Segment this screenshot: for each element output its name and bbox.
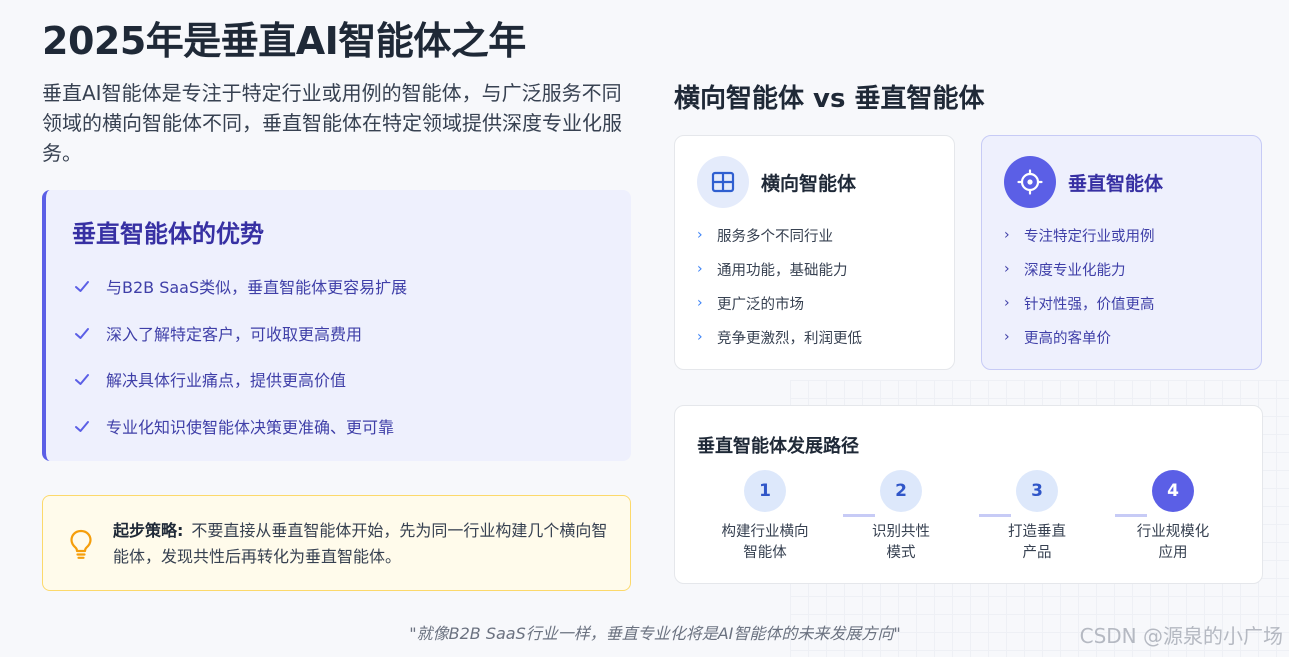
path-title: 垂直智能体发展路径 [697, 436, 859, 457]
card-title: 垂直智能体 [1068, 172, 1164, 195]
lightbulb-icon [70, 529, 92, 559]
watermark: CSDN @源泉的小广场 [1079, 624, 1283, 648]
card-item: › 更高的客单价 [1004, 320, 1261, 354]
step-label-line: 智能体 [743, 545, 787, 561]
check-icon [75, 281, 89, 293]
chevron-right-icon: › [697, 295, 703, 311]
path-step: 2 识别共性模式 [846, 470, 956, 564]
advantage-item: 解决具体行业痛点，提供更高价值 [72, 356, 631, 403]
advantage-text: 解决具体行业痛点，提供更高价值 [106, 371, 347, 391]
card-item-text: 针对性强，价值更高 [1024, 296, 1155, 313]
chevron-right-icon: › [697, 261, 703, 277]
card-item-text: 专注特定行业或用例 [1024, 228, 1155, 245]
step-number: 2 [880, 470, 922, 512]
check-icon [75, 327, 89, 339]
tip-label: 起步策略: [113, 521, 184, 540]
card-item-text: 服务多个不同行业 [717, 228, 833, 245]
tip-body: 不要直接从垂直智能体开始，先为同一行业构建几个横向智能体，发现共性后再转化为垂直… [113, 521, 608, 566]
chevron-right-icon: › [1004, 295, 1010, 311]
step-label-line: 行业规模化 [1136, 524, 1210, 540]
path-step: 1 构建行业横向 智能体 [710, 470, 820, 564]
card-header: 横向智能体 [697, 156, 954, 208]
tip-text: 起步策略: 不要直接从垂直智能体开始，先为同一行业构建几个横向智能体，发现共性后再… [113, 518, 610, 570]
card-item-text: 更广泛的市场 [717, 296, 804, 313]
intro-text: 垂直AI智能体是专注于特定行业或用例的智能体，与广泛服务不同领域的横向智能体不同… [42, 81, 622, 165]
step-label-line: 识别共性 [872, 524, 930, 540]
chevron-right-icon: › [697, 329, 703, 345]
strategy-tip: 起步策略: 不要直接从垂直智能体开始，先为同一行业构建几个横向智能体，发现共性后再… [42, 495, 631, 591]
card-item-text: 深度专业化能力 [1024, 262, 1126, 279]
grid-icon [697, 156, 749, 208]
step-label-line: 构建行业横向 [721, 524, 809, 540]
page-title: 2025年是垂直AI智能体之年 [42, 19, 526, 63]
card-title: 横向智能体 [761, 172, 857, 195]
path-step: 3 打造垂直产品 [982, 470, 1092, 564]
chevron-right-icon: › [1004, 329, 1010, 345]
chevron-right-icon: › [697, 227, 703, 243]
vertical-agent-card: 垂直智能体 › 专注特定行业或用例 › 深度专业化能力 › 针对性强，价值更高 › 更高… [981, 135, 1262, 370]
compare-title: 横向智能体 vs 垂直智能体 [674, 84, 985, 114]
advantage-text: 专业化知识使智能体决策更准确、更可靠 [106, 417, 395, 437]
card-header: 垂直智能体 [1004, 156, 1261, 208]
card-item: › 针对性强，价值更高 [1004, 286, 1261, 320]
card-item-text: 竞争更激烈，利润更低 [717, 330, 862, 347]
horizontal-agent-card: 横向智能体 › 服务多个不同行业 › 通用功能，基础能力 › 更广泛的市场 › 竞争更激… [674, 135, 955, 370]
step-label-line: 打造垂直 [1008, 524, 1066, 540]
step-label: 打造垂直 产品 [982, 522, 1092, 564]
card-item: › 服务多个不同行业 [697, 218, 954, 252]
step-number: 1 [744, 470, 786, 512]
advantage-text: 深入了解特定客户，可收取更高费用 [106, 324, 363, 344]
step-label: 构建行业横向 智能体 [710, 522, 820, 564]
step-label: 识别共性 模式 [846, 522, 956, 564]
advantages-title: 垂直智能体的优势 [72, 220, 264, 248]
advantage-item: 专业化知识使智能体决策更准确、更可靠 [72, 403, 631, 450]
step-label-line: 产品 [1022, 545, 1052, 561]
target-icon [1004, 156, 1056, 208]
advantage-item: 与B2B SaaS类似，垂直智能体更容易扩展 [72, 263, 631, 310]
path-step: 4 行业规模化应用 [1118, 470, 1228, 564]
step-label-line: 模式 [886, 545, 916, 561]
chevron-right-icon: › [1004, 227, 1010, 243]
check-icon [75, 374, 89, 386]
card-item-text: 更高的客单价 [1024, 330, 1111, 347]
advantages-panel: 垂直智能体的优势 与B2B SaaS类似，垂直智能体更容易扩展 深入了解特定客户… [42, 190, 631, 461]
advantage-text: 与B2B SaaS类似，垂直智能体更容易扩展 [106, 278, 408, 298]
chevron-right-icon: › [1004, 261, 1010, 277]
card-item: › 更广泛的市场 [697, 286, 954, 320]
development-path: 垂直智能体发展路径 1 构建行业横向 智能体 2 识别共性 模式 3 打造垂直 产品 … [674, 405, 1263, 584]
card-item-text: 通用功能，基础能力 [717, 262, 848, 279]
step-label-line: 应用 [1158, 545, 1188, 561]
check-icon [75, 420, 89, 432]
step-number: 3 [1016, 470, 1058, 512]
card-item: › 深度专业化能力 [1004, 252, 1261, 286]
card-item: › 竞争更激烈，利润更低 [697, 320, 954, 354]
card-item: › 专注特定行业或用例 [1004, 218, 1261, 252]
step-number: 4 [1152, 470, 1194, 512]
step-label: 行业规模化 应用 [1118, 522, 1228, 564]
card-item: › 通用功能，基础能力 [697, 252, 954, 286]
advantage-item: 深入了解特定客户，可收取更高费用 [72, 310, 631, 357]
